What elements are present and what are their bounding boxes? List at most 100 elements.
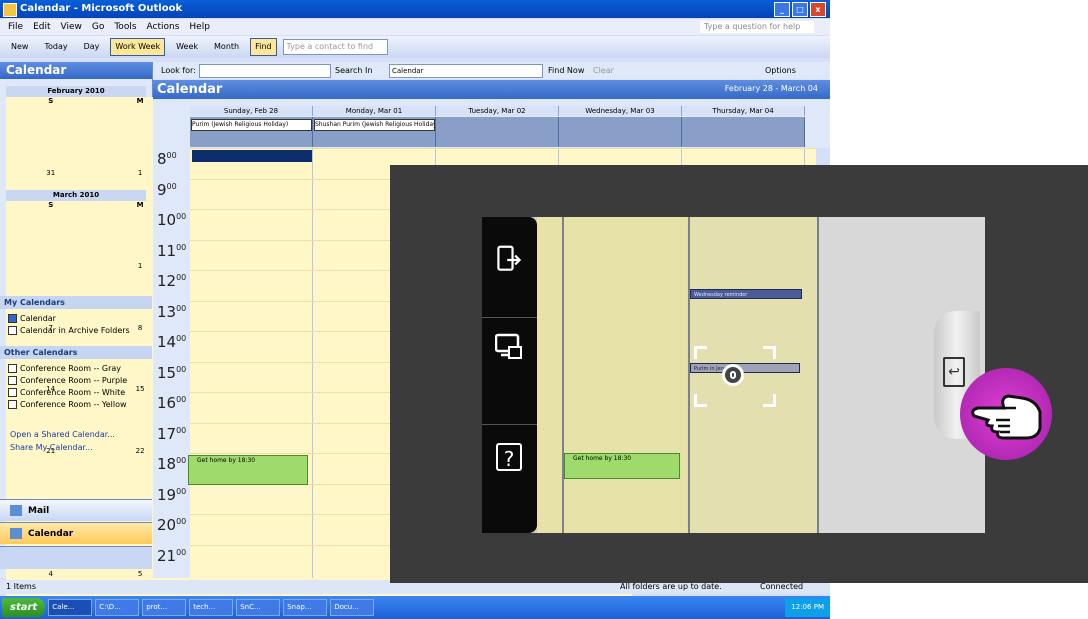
nav-shortcut-bar[interactable] bbox=[0, 546, 152, 569]
calendar-label: Conference Room -- Yellow bbox=[20, 400, 127, 409]
all-day-area[interactable]: Shushan Purim (Jewish Religious Holiday) bbox=[313, 117, 436, 147]
my-calendars-header[interactable]: My Calendars bbox=[0, 296, 152, 309]
day-header[interactable]: Wednesday, Mar 03 bbox=[559, 106, 682, 116]
find-now-button[interactable]: Find Now bbox=[548, 66, 584, 75]
calendar-nav-button[interactable]: Calendar bbox=[0, 522, 152, 544]
date-range: February 28 - March 04 bbox=[724, 84, 818, 93]
menu-edit[interactable]: Edit bbox=[33, 22, 50, 32]
month-view-button[interactable]: Month bbox=[209, 38, 244, 56]
exit-icon bbox=[497, 245, 522, 271]
menu-view[interactable]: View bbox=[61, 22, 82, 32]
close-button[interactable]: x bbox=[810, 2, 826, 17]
menu-tools[interactable]: Tools bbox=[114, 22, 136, 32]
event-bar[interactable]: Wednesday reminder bbox=[690, 289, 802, 299]
checkbox[interactable] bbox=[8, 400, 17, 409]
exit-button[interactable] bbox=[482, 217, 537, 318]
menu-go[interactable]: Go bbox=[92, 22, 104, 32]
options-button[interactable]: Options bbox=[765, 66, 796, 75]
calendar-checkbox-item[interactable]: Calendar bbox=[8, 314, 56, 323]
clear-button[interactable]: Clear bbox=[593, 66, 614, 75]
taskbar-item[interactable]: Snap... bbox=[283, 599, 328, 616]
minimize-button[interactable]: _ bbox=[774, 2, 790, 17]
day-header[interactable]: Tuesday, Mar 02 bbox=[436, 106, 559, 116]
hour-label: 2100 bbox=[157, 546, 187, 565]
today-button[interactable]: Today bbox=[39, 38, 72, 56]
calendar-title: Calendar bbox=[157, 82, 223, 97]
all-day-event[interactable]: Purim (Jewish Religious Holiday) bbox=[191, 119, 312, 131]
connection-status[interactable]: Connected bbox=[760, 582, 803, 591]
checkbox[interactable] bbox=[8, 326, 17, 335]
all-day-area[interactable]: Purim (Jewish Religious Holiday) bbox=[190, 117, 313, 147]
day-headers: Sunday, Feb 28 Monday, Mar 01 Tuesday, M… bbox=[190, 106, 810, 148]
checkbox[interactable] bbox=[8, 364, 17, 373]
time-column: 800 900 1000 1100 1200 1300 1400 1500 1600 1700 18… bbox=[153, 148, 191, 578]
help-icon[interactable]: ? bbox=[496, 443, 522, 471]
other-calendar-item[interactable]: Conference Room -- Gray bbox=[8, 364, 121, 373]
mail-label: Mail bbox=[28, 506, 50, 516]
taskbar-item[interactable]: tech... bbox=[189, 599, 234, 616]
search-in-button[interactable]: Search In bbox=[335, 66, 372, 75]
cursor-target-icon[interactable] bbox=[722, 364, 744, 386]
search-scope-select[interactable]: Calendar bbox=[389, 64, 543, 78]
all-day-area[interactable] bbox=[559, 117, 682, 147]
archive-calendar-checkbox-item[interactable]: Calendar in Archive Folders bbox=[8, 326, 130, 335]
taskbar-item[interactable]: SnC... bbox=[236, 599, 281, 616]
other-calendar-item[interactable]: Conference Room -- Yellow bbox=[8, 400, 127, 409]
appointment[interactable]: Get home by 18:30 bbox=[188, 455, 308, 485]
event-bar[interactable]: Purim in Jerusalem bbox=[690, 363, 800, 373]
window-title: Calendar - Microsoft Outlook bbox=[20, 3, 183, 14]
taskbar-item[interactable]: Docu... bbox=[330, 599, 375, 616]
hour-label: 1100 bbox=[157, 241, 187, 260]
mini-calendar-title: March 2010 bbox=[6, 190, 146, 201]
all-day-area[interactable] bbox=[436, 117, 559, 147]
other-calendar-item[interactable]: Conference Room -- White bbox=[8, 388, 125, 397]
calendar-label: Calendar bbox=[28, 529, 74, 539]
nav-pane-title: Calendar bbox=[0, 62, 152, 79]
new-button[interactable]: New bbox=[6, 38, 33, 56]
all-day-event[interactable]: Shushan Purim (Jewish Religious Holiday) bbox=[314, 119, 435, 131]
look-for-label: Look for: bbox=[161, 66, 196, 75]
taskbar-item[interactable]: Cale... bbox=[48, 599, 93, 616]
menu-help[interactable]: Help bbox=[189, 22, 210, 32]
calendar-label: Conference Room -- Purple bbox=[20, 376, 128, 385]
weekday-label: S bbox=[48, 97, 54, 105]
hour-label: 1300 bbox=[157, 302, 187, 321]
menu-file[interactable]: File bbox=[8, 22, 23, 32]
hour-label: 1700 bbox=[157, 424, 187, 443]
calendar-label: Calendar in Archive Folders bbox=[20, 326, 130, 335]
display-switch-icon bbox=[495, 333, 522, 359]
day-header[interactable]: Thursday, Mar 04 bbox=[682, 106, 805, 116]
checkbox[interactable] bbox=[8, 376, 17, 385]
appointment-zoomed[interactable]: Get home by 18:30 bbox=[564, 453, 680, 479]
calendar-label: Calendar bbox=[20, 314, 56, 323]
day-view-button[interactable]: Day bbox=[79, 38, 105, 56]
all-day-area[interactable] bbox=[682, 117, 805, 147]
menu-actions[interactable]: Actions bbox=[147, 22, 180, 32]
checkbox[interactable] bbox=[8, 314, 17, 323]
other-calendar-item[interactable]: Conference Room -- Purple bbox=[8, 376, 127, 385]
selected-time-slot[interactable] bbox=[192, 150, 312, 162]
calendar-label: Conference Room -- White bbox=[20, 388, 126, 397]
mail-nav-button[interactable]: Mail bbox=[0, 499, 152, 521]
maximize-button[interactable]: □ bbox=[792, 2, 808, 17]
hour-label: 2000 bbox=[157, 516, 187, 534]
start-button[interactable]: start bbox=[2, 598, 46, 617]
day-header[interactable]: Sunday, Feb 28 bbox=[190, 106, 313, 116]
find-contact-input[interactable]: Type a contact to find bbox=[282, 39, 388, 55]
share-my-calendar-link[interactable]: Share My Calendar... bbox=[10, 443, 93, 452]
display-switch-button[interactable] bbox=[482, 324, 537, 425]
taskbar-item[interactable]: C:\D... bbox=[95, 599, 140, 616]
open-shared-calendar-link[interactable]: Open a Shared Calendar... bbox=[10, 430, 115, 439]
work-week-view-button[interactable]: Work Week bbox=[110, 38, 166, 56]
day-header[interactable]: Monday, Mar 01 bbox=[313, 106, 436, 116]
look-for-input[interactable] bbox=[199, 64, 331, 78]
taskbar-item[interactable]: prot... bbox=[142, 599, 187, 616]
help-search-input[interactable]: Type a question for help bbox=[700, 21, 814, 33]
find-button[interactable]: Find bbox=[250, 38, 277, 56]
touch-pointer-hand-icon bbox=[960, 368, 1052, 460]
system-tray-clock[interactable]: 12:06 PM bbox=[785, 598, 830, 617]
other-calendars-header[interactable]: Other Calendars bbox=[0, 346, 152, 359]
week-view-button[interactable]: Week bbox=[171, 38, 203, 56]
item-count: 1 Items bbox=[6, 582, 37, 591]
checkbox[interactable] bbox=[8, 388, 17, 397]
